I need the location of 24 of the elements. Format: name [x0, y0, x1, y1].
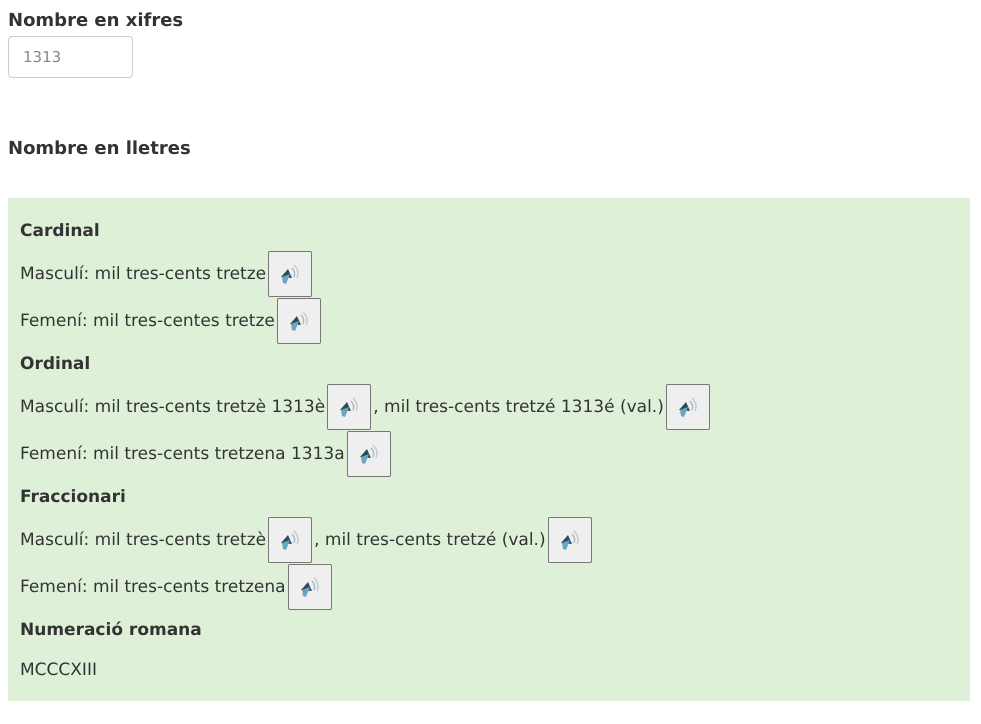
result-text: Masculí: mil tres-cents tretze [20, 264, 266, 284]
result-text: Femení: mil tres-centes tretze [20, 310, 275, 330]
result-text: , mil tres-cents tretzé 1313é (val.) [373, 396, 664, 416]
section-title: Nombre en lletres [8, 137, 191, 161]
field-label: Nombre en xifres [8, 9, 184, 33]
play-audio-button[interactable] [276, 298, 321, 344]
play-audio-button[interactable] [666, 384, 710, 430]
result-text: Femení: mil tres-cents tretzena [20, 576, 286, 596]
result-text: MCCCXIII [20, 660, 97, 680]
play-audio-button[interactable] [268, 250, 312, 296]
number-input[interactable]: 1313 [8, 36, 133, 78]
play-audio-button[interactable] [268, 516, 312, 562]
section-heading: Fraccionari [20, 486, 126, 506]
section-heading: Ordinal [20, 354, 90, 374]
section-heading: Cardinal [20, 220, 100, 240]
result-text: Femení: mil tres-cents tretzena 1313a [20, 444, 345, 464]
section-heading: Numeració romana [20, 620, 202, 640]
play-audio-button[interactable] [548, 516, 592, 562]
play-audio-button[interactable] [288, 564, 332, 610]
result-text: Masculí: mil tres-cents tretzè 1313è [20, 396, 326, 416]
play-audio-button[interactable] [327, 384, 372, 430]
result-text: , mil tres-cents tretzé (val.) [314, 530, 546, 550]
play-audio-button[interactable] [346, 430, 391, 476]
result-text: Masculí: mil tres-cents tretzè [20, 530, 266, 550]
